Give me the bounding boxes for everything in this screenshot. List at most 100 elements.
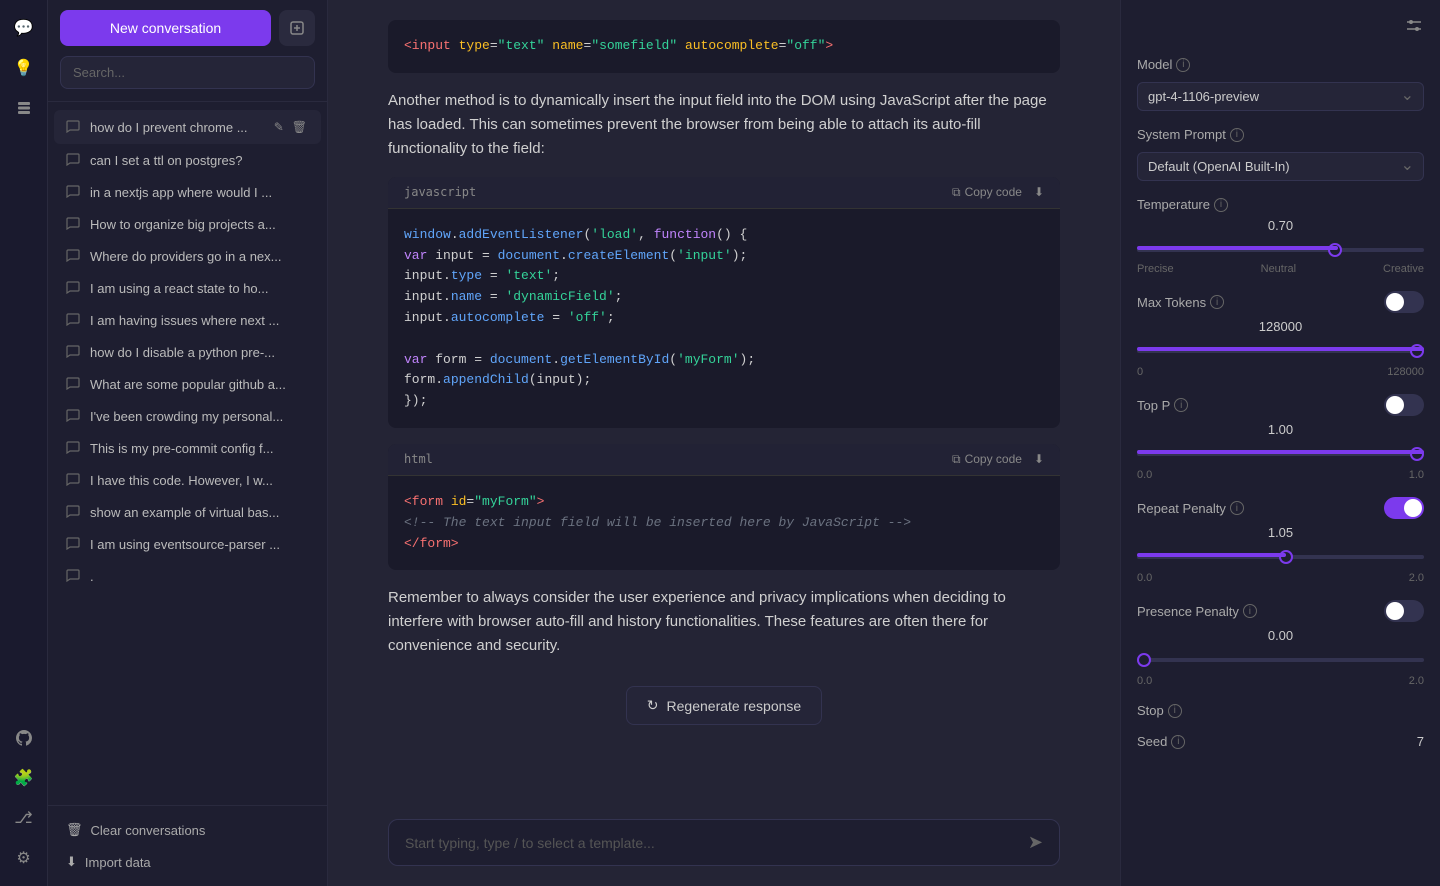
send-button[interactable]: ➤ [1028, 832, 1043, 853]
max-tokens-toggle[interactable] [1384, 291, 1424, 313]
seed-info-icon[interactable]: i [1171, 735, 1185, 749]
conversation-item[interactable]: This is my pre-commit config f... ✎ 🗑 [54, 432, 321, 464]
delete-conversation-button[interactable]: 🗑 [290, 118, 309, 136]
top-p-toggle[interactable] [1384, 394, 1424, 416]
conversation-text: I've been crowding my personal... [90, 409, 309, 424]
system-prompt-info-icon[interactable]: i [1230, 128, 1244, 142]
conversation-item[interactable]: I've been crowding my personal... ✎ 🗑 [54, 400, 321, 432]
copy-icon: ⧉ [952, 185, 961, 200]
clear-conversations-item[interactable]: 🗑 Clear conversations [60, 814, 315, 846]
model-info-icon[interactable]: i [1176, 58, 1190, 72]
conversation-text: I am using a react state to ho... [90, 281, 309, 296]
top-p-max-label: 1.0 [1409, 469, 1424, 481]
top-code-body: <input type="text" name="somefield" auto… [388, 20, 1060, 73]
max-tokens-slider-container [1137, 340, 1424, 358]
chat-input[interactable] [405, 835, 1028, 851]
js-lang-label: javascript [404, 185, 476, 199]
conversation-item[interactable]: I am having issues where next ... ✎ 🗑 [54, 304, 321, 336]
stop-section: Stop i [1137, 703, 1424, 718]
sliders-icon[interactable] [1404, 16, 1424, 41]
presence-penalty-slider[interactable] [1137, 658, 1424, 662]
sidebar-divider [48, 101, 327, 102]
temperature-slider[interactable] [1137, 248, 1424, 252]
repeat-penalty-info-icon[interactable]: i [1230, 501, 1244, 515]
conversation-item[interactable]: how do I disable a python pre-... ✎ 🗑 [54, 336, 321, 368]
conversation-text: What are some popular github a... [90, 377, 309, 392]
download-js-button[interactable]: ⬇ [1034, 185, 1044, 199]
conversation-item[interactable]: How to organize big projects a... ✎ 🗑 [54, 208, 321, 240]
import-data-item[interactable]: ⬇ Import data [60, 846, 315, 878]
layers-icon[interactable] [8, 92, 40, 124]
conversation-icon [66, 119, 82, 135]
stop-info-icon[interactable]: i [1168, 704, 1182, 718]
conversation-item[interactable]: Where do providers go in a nex... ✎ 🗑 [54, 240, 321, 272]
temp-neutral-label: Neutral [1261, 263, 1296, 275]
presence-penalty-slider-container [1137, 649, 1424, 667]
conversation-icon [66, 376, 82, 392]
temperature-info-icon[interactable]: i [1214, 198, 1228, 212]
repeat-penalty-labels: 0.0 2.0 [1137, 572, 1424, 584]
conversation-text: how do I disable a python pre-... [90, 345, 309, 360]
presence-penalty-max-label: 2.0 [1409, 675, 1424, 687]
js-code-body: window.addEventListener('load', function… [388, 209, 1060, 428]
clear-conversations-label: Clear conversations [91, 823, 206, 838]
conversation-item[interactable]: I am using eventsource-parser ... ✎ 🗑 [54, 528, 321, 560]
system-prompt-select[interactable]: Default (OpenAI Built-In) Custom [1137, 152, 1424, 181]
chat-area: <input type="text" name="somefield" auto… [328, 0, 1120, 807]
system-prompt-section: System Prompt i Default (OpenAI Built-In… [1137, 127, 1424, 181]
compose-icon-button[interactable] [279, 10, 315, 46]
system-prompt-select-wrapper: Default (OpenAI Built-In) Custom [1137, 148, 1424, 181]
presence-penalty-toggle[interactable] [1384, 600, 1424, 622]
repeat-penalty-slider[interactable] [1137, 555, 1424, 559]
conversation-item[interactable]: how do I prevent chrome ... ✎ 🗑 [54, 110, 321, 144]
top-p-slider[interactable] [1137, 452, 1424, 456]
model-select[interactable]: gpt-4-1106-preview gpt-4 gpt-3.5-turbo [1137, 82, 1424, 111]
copy-js-button[interactable]: ⧉ Copy code [952, 185, 1022, 200]
temperature-labels: Precise Neutral Creative [1137, 263, 1424, 275]
chat-input-wrapper: ➤ [388, 819, 1060, 866]
puzzle-icon[interactable]: 🧩 [8, 762, 40, 794]
max-tokens-slider[interactable] [1137, 349, 1424, 353]
conversation-item[interactable]: What are some popular github a... ✎ 🗑 [54, 368, 321, 400]
conversation-item[interactable]: . ✎ 🗑 [54, 560, 321, 592]
conversation-text: how do I prevent chrome ... [90, 120, 264, 135]
presence-penalty-label: Presence Penalty i [1137, 604, 1257, 619]
git-icon[interactable]: ⎇ [8, 802, 40, 834]
github-icon[interactable] [8, 722, 40, 754]
panel-header [1137, 16, 1424, 41]
lightbulb-icon[interactable]: 💡 [8, 52, 40, 84]
html-code-actions: ⧉ Copy code ⬇ [952, 452, 1044, 467]
max-tokens-info-icon[interactable]: i [1210, 295, 1224, 309]
conversation-item[interactable]: can I set a ttl on postgres? ✎ 🗑 [54, 144, 321, 176]
conversation-icon [66, 184, 82, 200]
js-code-header: javascript ⧉ Copy code ⬇ [388, 177, 1060, 209]
js-code-block: javascript ⧉ Copy code ⬇ window.addEvent… [388, 177, 1060, 428]
conversation-item[interactable]: I am using a react state to ho... ✎ 🗑 [54, 272, 321, 304]
copy-html-label: Copy code [965, 452, 1022, 466]
conversation-item[interactable]: I have this code. However, I w... ✎ 🗑 [54, 464, 321, 496]
copy-html-button[interactable]: ⧉ Copy code [952, 452, 1022, 467]
conversation-item[interactable]: show an example of virtual bas... ✎ 🗑 [54, 496, 321, 528]
new-conversation-button[interactable]: New conversation [60, 10, 271, 46]
search-input[interactable] [60, 56, 315, 89]
conversation-item[interactable]: in a nextjs app where would I ... ✎ 🗑 [54, 176, 321, 208]
edit-conversation-button[interactable]: ✎ [272, 118, 286, 136]
copy-js-label: Copy code [965, 185, 1022, 199]
seed-label: Seed i [1137, 734, 1185, 749]
download-html-icon: ⬇ [1034, 452, 1044, 466]
conversation-text: I am using eventsource-parser ... [90, 537, 309, 552]
sidebar: New conversation how do I prevent chrome… [48, 0, 328, 886]
top-p-info-icon[interactable]: i [1174, 398, 1188, 412]
presence-penalty-section: Presence Penalty i 0.00 0.0 2.0 [1137, 600, 1424, 687]
regenerate-button[interactable]: ↻ Regenerate response [626, 686, 822, 725]
download-html-button[interactable]: ⬇ [1034, 452, 1044, 466]
conversation-text: in a nextjs app where would I ... [90, 185, 309, 200]
conversation-icon [66, 472, 82, 488]
repeat-penalty-toggle[interactable] [1384, 497, 1424, 519]
refresh-icon: ↻ [647, 697, 659, 714]
presence-penalty-min-label: 0.0 [1137, 675, 1152, 687]
presence-penalty-info-icon[interactable]: i [1243, 604, 1257, 618]
settings-icon[interactable]: ⚙ [8, 842, 40, 874]
max-tokens-value: 128000 [1137, 319, 1424, 334]
chat-nav-icon[interactable]: 💬 [8, 12, 40, 44]
